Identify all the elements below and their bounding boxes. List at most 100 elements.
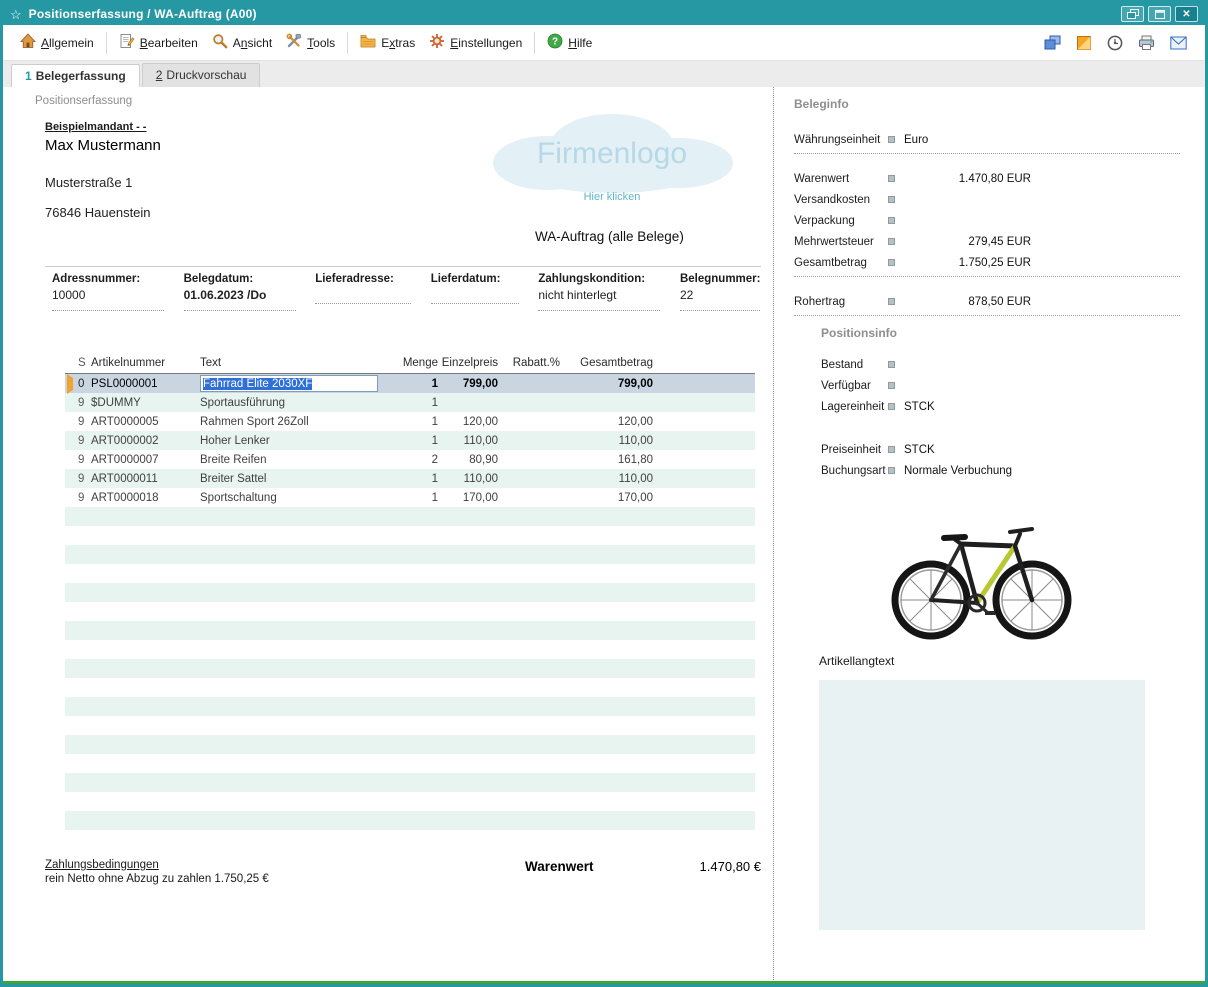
info-row-rohertrag: Rohertrag 878,50 EUR (794, 291, 1205, 312)
menu-label: Ansicht (233, 36, 272, 50)
info-label: Lagereinheit (821, 401, 888, 413)
mandant-link[interactable]: Beispielmandant - - (45, 121, 146, 133)
mail-icon[interactable] (1170, 36, 1187, 50)
field-label: Zahlungskondition: (538, 273, 660, 285)
info-panel: Beleginfo Währungseinheit Euro Warenwert… (773, 87, 1205, 984)
empty-row (65, 526, 755, 545)
info-label: Währungseinheit (794, 134, 888, 146)
window-title: Positionserfassung / WA-Auftrag (A00) (29, 7, 257, 21)
clock-icon[interactable] (1107, 35, 1123, 51)
company-logo-placeholder[interactable]: Firmenlogo Hier klicken (481, 105, 743, 211)
empty-row (65, 678, 755, 697)
selected-text: Fahrrad Elite 2030XF (203, 378, 312, 390)
info-label: Gesamtbetrag (794, 257, 888, 269)
positionsinfo-title: Positionsinfo (821, 326, 1205, 340)
col-einzelpreis: Einzelpreis (440, 357, 500, 369)
info-value: STCK (904, 444, 935, 456)
restore-icon (1127, 9, 1139, 19)
menu-ansicht[interactable]: Ansicht (205, 28, 279, 57)
menu-label: Allgemein (41, 36, 94, 50)
field-label: Belegdatum: (184, 273, 296, 285)
positions-table: S Artikelnummer Text Menge Einzelpreis R… (65, 353, 755, 830)
bullet-square-icon (888, 403, 895, 410)
col-text: Text (200, 357, 396, 369)
info-row-preiseinheit: Preiseinheit STCK (794, 439, 1205, 460)
article-image-bicycle (889, 496, 1074, 646)
help-icon: ? (547, 33, 563, 52)
field-value[interactable]: 10000 (52, 288, 164, 311)
payment-terms-text: rein Netto ohne Abzug zu zahlen 1.750,25… (45, 873, 525, 885)
col-s: S (77, 357, 91, 369)
artikellangtext-field[interactable] (819, 680, 1145, 930)
info-label: Rohertrag (794, 296, 888, 308)
printer-icon[interactable] (1138, 35, 1155, 51)
menu-extras[interactable]: Extras (353, 28, 422, 57)
svg-text:?: ? (552, 37, 558, 48)
bullet-square-icon (888, 382, 895, 389)
title-bar: ☆ Positionserfassung / WA-Auftrag (A00) … (3, 3, 1205, 25)
document-fields: Adressnummer: 10000 Belegdatum: 01.06.20… (52, 273, 760, 311)
document-title: WA-Auftrag (alle Belege) (535, 229, 684, 244)
bullet-square-icon (888, 196, 895, 203)
empty-row (65, 697, 755, 716)
empty-rows (65, 507, 755, 830)
close-window-button[interactable]: ✕ (1175, 6, 1198, 22)
tab-druckvorschau[interactable]: 2Druckvorschau (142, 63, 261, 87)
info-row-verfuegbar: Verfügbar (794, 375, 1205, 396)
menu-label: Hilfe (568, 36, 592, 50)
tab-belegerfassung[interactable]: 1Belegerfassung (11, 64, 140, 88)
col-rabatt: Rabatt.% (500, 357, 562, 369)
favorite-star-icon[interactable]: ☆ (10, 8, 22, 21)
empty-row (65, 754, 755, 773)
bullet-square-icon (888, 175, 895, 182)
field-value[interactable]: nicht hinterlegt (538, 288, 660, 311)
info-label: Verfügbar (821, 380, 888, 392)
artikellangtext-label: Artikellangtext (819, 654, 1205, 668)
payment-terms-link[interactable]: Zahlungsbedingungen (45, 859, 525, 871)
field-zahlungskondition: Zahlungskondition: nicht hinterlegt (538, 273, 660, 311)
info-row-verpackung: Verpackung (794, 210, 1205, 231)
bullet-square-icon (888, 238, 895, 245)
tab-number: 2 (156, 68, 163, 82)
empty-row (65, 811, 755, 830)
field-value[interactable] (431, 288, 519, 304)
field-value[interactable]: 01.06.2023 /Do (184, 288, 296, 311)
info-label: Verpackung (794, 215, 888, 227)
folder-icon (360, 33, 376, 52)
color-swatch-icon[interactable] (1076, 35, 1092, 51)
text-edit-field[interactable]: Fahrrad Elite 2030XF (200, 375, 378, 392)
table-row[interactable]: 9 ART0000018 Sportschaltung 1 170,00 170… (65, 488, 755, 507)
overlapping-windows-icon[interactable] (1044, 35, 1061, 51)
table-row[interactable]: 9 ART0000005 Rahmen Sport 26Zoll 1 120,0… (65, 412, 755, 431)
menu-separator (106, 32, 107, 54)
field-value[interactable]: 22 (680, 288, 760, 311)
maximize-window-button[interactable] (1148, 6, 1171, 22)
info-label: Buchungsart (821, 465, 888, 477)
menu-einstellungen[interactable]: Einstellungen (422, 28, 529, 57)
table-row[interactable]: 0 PSL0000001 Fahrrad Elite 2030XF 1 799,… (65, 374, 755, 393)
field-value[interactable] (315, 288, 411, 304)
dotted-divider (794, 276, 1180, 277)
info-value: Normale Verbuchung (904, 465, 1012, 477)
table-row[interactable]: 9 ART0000011 Breiter Sattel 1 110,00 110… (65, 469, 755, 488)
menu-hilfe[interactable]: ? Hilfe (540, 28, 599, 57)
table-row[interactable]: 9 ART0000007 Breite Reifen 2 80,90 161,8… (65, 450, 755, 469)
logo-cloud-shape: Firmenlogo (481, 105, 743, 197)
tools-icon (286, 33, 302, 52)
field-label: Adressnummer: (52, 273, 164, 285)
menu-tools[interactable]: Tools (279, 28, 342, 57)
bullet-square-icon (888, 259, 895, 266)
menu-label: Einstellungen (450, 36, 522, 50)
section-label: Positionserfassung (35, 95, 132, 107)
payment-terms: Zahlungsbedingungen rein Netto ohne Abzu… (45, 859, 525, 885)
menu-label: Tools (307, 36, 335, 50)
table-row[interactable]: 9 $DUMMY Sportausführung 1 (65, 393, 755, 412)
table-row[interactable]: 9 ART0000002 Hoher Lenker 1 110,00 110,0… (65, 431, 755, 450)
logo-hint: Hier klicken (481, 191, 743, 203)
current-row-arrow-icon (67, 374, 73, 394)
info-value: Euro (904, 134, 928, 146)
restore-window-button[interactable] (1121, 6, 1144, 22)
menu-bearbeiten[interactable]: Bearbeiten (112, 28, 205, 57)
menu-allgemein[interactable]: Allgemein (13, 28, 101, 57)
info-row-versandkosten: Versandkosten (794, 189, 1205, 210)
